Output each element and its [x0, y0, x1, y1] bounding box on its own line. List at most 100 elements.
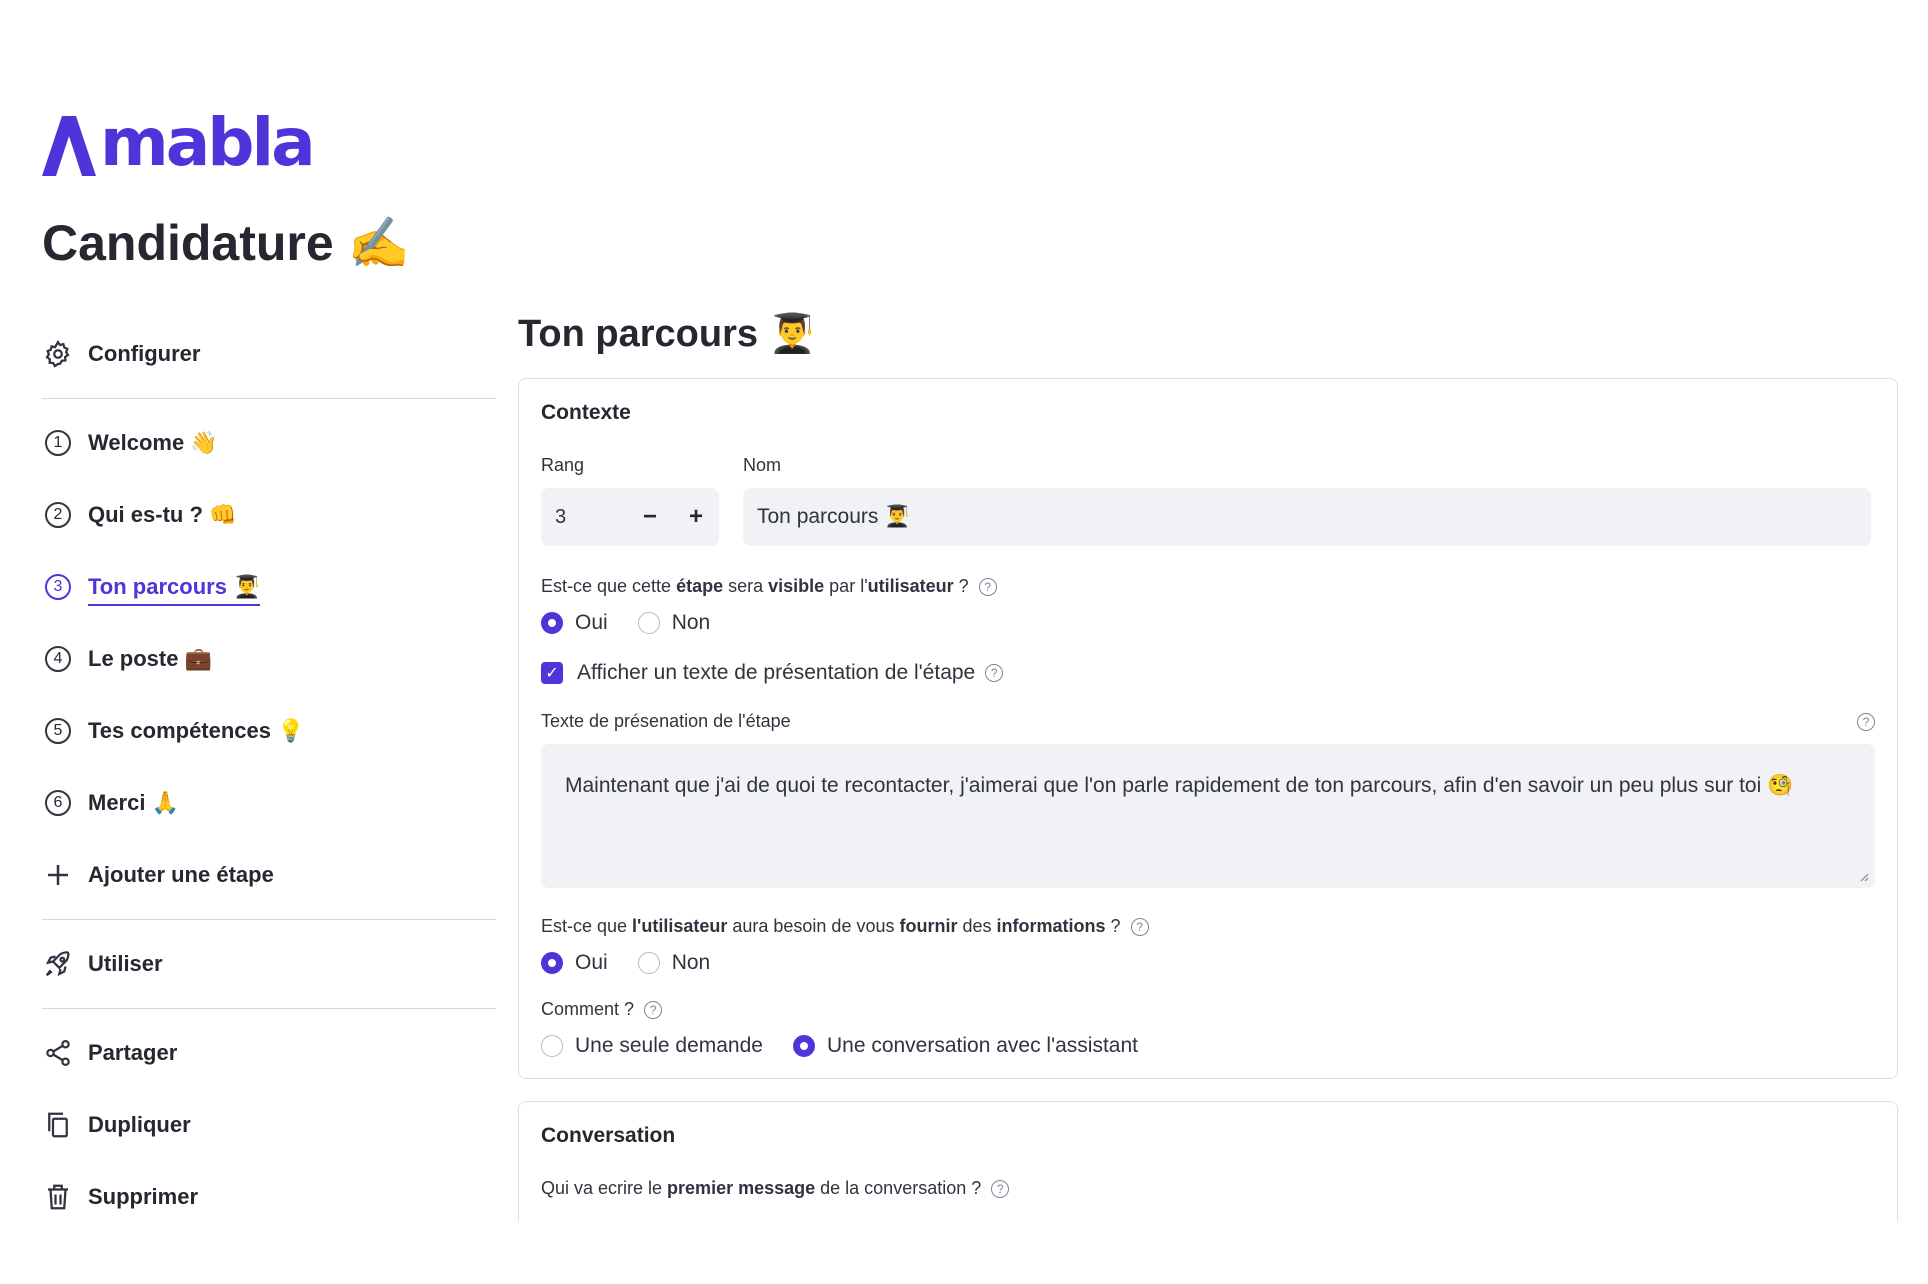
visible-no-radio[interactable]: Non	[637, 611, 711, 635]
sidebar-item-label: Welcome 👋	[88, 430, 218, 455]
rank-input[interactable]: 3	[541, 506, 627, 529]
rocket-icon	[42, 948, 74, 980]
sidebar-item-step-2[interactable]: 2 Qui es-tu ? 👊	[42, 479, 496, 551]
sidebar-item-share[interactable]: Partager	[42, 1017, 496, 1089]
how-label: Comment ?	[541, 999, 635, 1019]
sidebar-item-label: Ton parcours 👨‍🎓	[88, 574, 261, 606]
radio-indicator	[541, 952, 563, 974]
card-title: Contexte	[541, 401, 631, 424]
sidebar-item-label: Configurer	[88, 341, 201, 366]
sidebar-item-label: Utiliser	[88, 951, 163, 976]
textarea-value: Maintenant que j'ai de quoi te recontact…	[565, 774, 1794, 797]
trash-icon	[42, 1181, 74, 1213]
single-request-radio[interactable]: Une seule demande	[541, 1034, 763, 1058]
sidebar-item-label: Partager	[88, 1040, 178, 1065]
sidebar-item-delete[interactable]: Supprimer	[42, 1161, 496, 1233]
help-icon[interactable]: ?	[991, 1179, 1010, 1198]
sidebar-item-step-1[interactable]: 1 Welcome 👋	[42, 407, 496, 479]
name-label: Nom	[743, 455, 782, 475]
step-number-badge: 6	[45, 790, 71, 816]
rank-field: Rang 3 − +	[541, 455, 719, 546]
brand-name: mabla	[100, 104, 316, 181]
name-field: Nom Ton parcours 👨‍🎓	[743, 455, 1871, 546]
how-label-row: Comment ? ?	[541, 999, 1875, 1020]
info-no-radio[interactable]: Non	[637, 951, 711, 975]
sidebar-item-step-5[interactable]: 5 Tes compétences 💡	[42, 695, 496, 767]
sidebar-item-step-4[interactable]: 4 Le poste 💼	[42, 623, 496, 695]
radio-indicator	[541, 612, 563, 634]
radio-label: Une conversation avec l'assistant	[826, 1034, 1138, 1057]
sidebar-item-configure[interactable]: Configurer	[42, 318, 496, 390]
visible-radio-group: Oui Non	[541, 611, 1875, 635]
main-content: Ton parcours 👨‍🎓 Contexte Rang 3 − + Nom…	[518, 312, 1898, 1221]
rank-name-row: Rang 3 − + Nom Ton parcours 👨‍🎓	[541, 455, 1875, 546]
step-number-badge: 4	[45, 646, 71, 672]
help-icon[interactable]: ?	[1130, 917, 1149, 936]
step-number-badge: 3	[45, 574, 71, 600]
visible-question: Est-ce que cette étape sera visible par …	[541, 576, 1875, 597]
resize-handle-icon[interactable]	[1857, 870, 1869, 882]
step-number-badge: 1	[45, 430, 71, 456]
rank-stepper: 3 − +	[541, 488, 719, 546]
context-card: Contexte Rang 3 − + Nom Ton parcours 👨‍🎓…	[518, 378, 1898, 1079]
sidebar-item-label: Qui es-tu ? 👊	[88, 502, 237, 527]
increment-button[interactable]: +	[673, 503, 719, 531]
gear-icon	[42, 338, 74, 370]
radio-indicator	[637, 952, 660, 974]
help-icon[interactable]: ?	[985, 664, 1004, 682]
decrement-button[interactable]: −	[627, 503, 673, 531]
radio-label: Non	[671, 951, 711, 974]
share-icon	[42, 1037, 74, 1069]
sidebar-item-use[interactable]: Utiliser	[42, 928, 496, 1000]
radio-indicator	[792, 1035, 815, 1057]
first-message-question: Qui va ecrire le premier message de la c…	[541, 1178, 1875, 1199]
help-icon[interactable]: ?	[1857, 712, 1875, 731]
how-radio-group: Une seule demande Une conversation avec …	[541, 1034, 1875, 1058]
help-icon[interactable]: ?	[978, 577, 997, 596]
add-step-label: Ajouter une étape	[88, 862, 274, 887]
checkbox-checked[interactable]: ✓	[541, 662, 563, 684]
sidebar-item-step-3[interactable]: 3 Ton parcours 👨‍🎓	[42, 551, 496, 623]
radio-label: Une seule demande	[575, 1034, 763, 1057]
add-step-button[interactable]: Ajouter une étape	[42, 839, 496, 911]
checkbox-label: Afficher un texte de présentation de l'é…	[577, 661, 976, 684]
sidebar-item-label: Merci 🙏	[88, 790, 179, 815]
conversation-radio[interactable]: Une conversation avec l'assistant	[792, 1034, 1138, 1058]
radio-label: Oui	[575, 951, 608, 974]
visible-yes-radio[interactable]: Oui	[541, 611, 608, 635]
show-text-checkbox-row[interactable]: ✓ Afficher un texte de présentation de l…	[541, 661, 1875, 685]
sidebar: Configurer 1 Welcome 👋 2 Qui es-tu ? 👊 3…	[42, 318, 496, 1233]
presentation-textarea[interactable]: Maintenant que j'ai de quoi te recontact…	[541, 744, 1875, 888]
name-input[interactable]: Ton parcours 👨‍🎓	[743, 488, 1871, 546]
sidebar-divider	[42, 919, 496, 920]
conversation-card: Conversation Qui va ecrire le premier me…	[518, 1101, 1898, 1221]
info-question: Est-ce que l'utilisateur aura besoin de …	[541, 916, 1875, 937]
brand-logo: mabla	[42, 104, 316, 181]
help-icon[interactable]: ?	[644, 1000, 663, 1019]
text-label: Texte de présenation de l'étape	[541, 711, 791, 731]
logo-mark-icon	[42, 116, 96, 176]
info-radio-group: Oui Non	[541, 951, 1875, 975]
sidebar-item-label: Le poste 💼	[88, 646, 212, 671]
radio-indicator	[637, 612, 660, 634]
app-title: Candidature ✍️	[42, 215, 410, 271]
rank-label: Rang	[541, 455, 585, 475]
step-number-badge: 5	[45, 718, 71, 744]
radio-indicator	[541, 1035, 563, 1057]
sidebar-divider	[42, 1008, 496, 1009]
sidebar-item-duplicate[interactable]: Dupliquer	[42, 1089, 496, 1161]
plus-icon	[42, 859, 74, 891]
radio-label: Oui	[575, 611, 608, 634]
sidebar-item-label: Supprimer	[88, 1184, 199, 1209]
step-number-badge: 2	[45, 502, 71, 528]
info-yes-radio[interactable]: Oui	[541, 951, 608, 975]
radio-label: Non	[671, 611, 711, 634]
page-title: Ton parcours 👨‍🎓	[518, 313, 816, 355]
copy-icon	[42, 1109, 74, 1141]
sidebar-item-label: Dupliquer	[88, 1112, 191, 1137]
sidebar-item-label: Tes compétences 💡	[88, 718, 305, 743]
sidebar-item-step-6[interactable]: 6 Merci 🙏	[42, 767, 496, 839]
sidebar-divider	[42, 398, 496, 399]
card-title: Conversation	[541, 1124, 676, 1147]
text-label-row: Texte de présenation de l'étape ?	[541, 711, 1875, 732]
